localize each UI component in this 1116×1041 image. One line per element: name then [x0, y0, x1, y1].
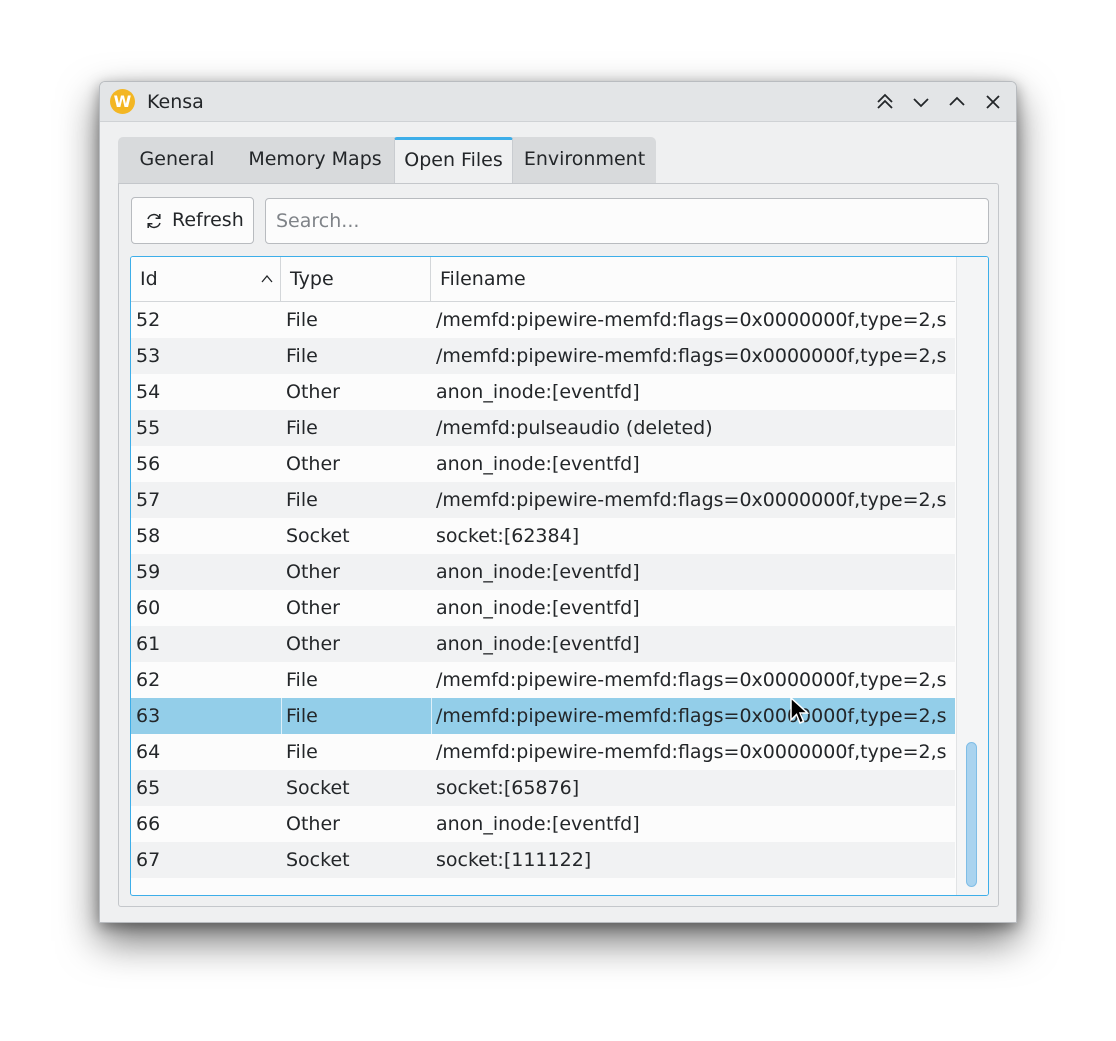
sort-ascending-icon	[261, 274, 273, 283]
tab-general[interactable]: General	[118, 137, 236, 184]
cell-type: Other	[286, 633, 340, 655]
app-icon: W	[110, 89, 135, 114]
scrollbar-thumb[interactable]	[966, 742, 977, 887]
cell-filename: /memfd:pulseaudio (deleted)	[436, 417, 713, 439]
cell-type: Other	[286, 597, 340, 619]
cell-id: 67	[136, 849, 161, 871]
cell-filename: /memfd:pipewire-memfd:flags=0x0000000f,t…	[436, 705, 946, 727]
table-row[interactable]: 63 File/memfd:pipewire-memfd:flags=0x0000…	[131, 698, 955, 734]
cell-type: Socket	[286, 849, 350, 871]
titlebar[interactable]: W Kensa	[100, 82, 1016, 122]
cell-id: 62	[136, 669, 161, 691]
table-header: Id Type Filename	[131, 257, 955, 302]
table-row[interactable]: 54 Other anon_inode:[eventfd]	[131, 374, 955, 410]
cell-filename: anon_inode:[eventfd]	[436, 633, 640, 655]
column-divider	[281, 698, 282, 734]
mouse-cursor-icon	[790, 696, 810, 724]
table-row[interactable]: 61 Other anon_inode:[eventfd]	[131, 626, 955, 662]
tab-open-files[interactable]: Open Files	[394, 137, 513, 184]
open-files-panel: Refresh Id Type Filename 52 File/memfd:pi…	[118, 183, 999, 907]
cell-type: File	[286, 309, 318, 331]
table-row[interactable]: 58 Socket socket:[62384]	[131, 518, 955, 554]
table-row[interactable]: 62 File/memfd:pipewire-memfd:flags=0x0000…	[131, 662, 955, 698]
cell-filename: /memfd:pipewire-memfd:flags=0x0000000f,t…	[436, 489, 946, 511]
tab-bar: General Memory Maps Open Files Environme…	[118, 137, 656, 184]
cell-filename: socket:[65876]	[436, 777, 580, 799]
cell-filename: anon_inode:[eventfd]	[436, 453, 640, 475]
table-row[interactable]: 52 File/memfd:pipewire-memfd:flags=0x0000…	[131, 302, 955, 338]
cell-filename: anon_inode:[eventfd]	[436, 381, 640, 403]
cell-id: 56	[136, 453, 161, 475]
cell-type: File	[286, 489, 318, 511]
tab-environment[interactable]: Environment	[513, 137, 656, 184]
open-files-table[interactable]: Id Type Filename 52 File/memfd:pipewire-m…	[130, 256, 989, 896]
cell-filename: /memfd:pipewire-memfd:flags=0x0000000f,t…	[436, 669, 946, 691]
column-header-filename[interactable]: Filename	[431, 257, 955, 301]
cell-id: 65	[136, 777, 161, 799]
table-row[interactable]: 60 Other anon_inode:[eventfd]	[131, 590, 955, 626]
cell-filename: /memfd:pipewire-memfd:flags=0x0000000f,t…	[436, 309, 946, 331]
cell-type: Other	[286, 453, 340, 475]
close-icon[interactable]	[981, 90, 1005, 114]
refresh-button[interactable]: Refresh	[131, 197, 254, 244]
cell-id: 60	[136, 597, 161, 619]
cell-filename: anon_inode:[eventfd]	[436, 813, 640, 835]
cell-type: File	[286, 705, 318, 727]
table-row[interactable]: 64 File/memfd:pipewire-memfd:flags=0x0000…	[131, 734, 955, 770]
cell-type: File	[286, 669, 318, 691]
refresh-icon	[144, 211, 164, 231]
tab-memory-maps[interactable]: Memory Maps	[236, 137, 394, 184]
window-title: Kensa	[147, 91, 204, 113]
cell-id: 55	[136, 417, 161, 439]
refresh-label: Refresh	[172, 209, 244, 231]
cell-id: 52	[136, 309, 161, 331]
cell-filename: socket:[111122]	[436, 849, 592, 871]
maximize-icon[interactable]	[945, 90, 969, 114]
column-header-id-label: Id	[140, 268, 158, 290]
keep-above-icon[interactable]	[873, 90, 897, 114]
search-input[interactable]	[265, 198, 989, 244]
cell-type: Other	[286, 381, 340, 403]
cell-type: Socket	[286, 525, 350, 547]
cell-id: 57	[136, 489, 161, 511]
cell-filename: socket:[62384]	[436, 525, 580, 547]
table-row[interactable]: 59 Other anon_inode:[eventfd]	[131, 554, 955, 590]
cell-id: 58	[136, 525, 161, 547]
cell-filename: /memfd:pipewire-memfd:flags=0x0000000f,t…	[436, 741, 946, 763]
cell-id: 63	[136, 705, 161, 727]
table-body: 52 File/memfd:pipewire-memfd:flags=0x0000…	[131, 302, 955, 878]
cell-type: File	[286, 345, 318, 367]
table-row[interactable]: 65 Socket socket:[65876]	[131, 770, 955, 806]
table-row[interactable]: 55 File/memfd:pulseaudio (deleted)	[131, 410, 955, 446]
cell-type: File	[286, 741, 318, 763]
cell-id: 66	[136, 813, 161, 835]
cell-id: 53	[136, 345, 161, 367]
table-row[interactable]: 66 Other anon_inode:[eventfd]	[131, 806, 955, 842]
column-header-id[interactable]: Id	[131, 257, 281, 301]
vertical-scrollbar[interactable]	[956, 257, 988, 895]
table-row[interactable]: 53 File/memfd:pipewire-memfd:flags=0x0000…	[131, 338, 955, 374]
cell-filename: anon_inode:[eventfd]	[436, 561, 640, 583]
kensa-window: W Kensa General Memory Maps Open Files E…	[99, 81, 1017, 923]
cell-id: 59	[136, 561, 161, 583]
cell-id: 61	[136, 633, 161, 655]
table-row[interactable]: 67 Socket socket:[111122]	[131, 842, 955, 878]
cell-filename: anon_inode:[eventfd]	[436, 597, 640, 619]
cell-type: Other	[286, 813, 340, 835]
column-divider	[431, 698, 432, 734]
table-row[interactable]: 56 Other anon_inode:[eventfd]	[131, 446, 955, 482]
cell-filename: /memfd:pipewire-memfd:flags=0x0000000f,t…	[436, 345, 946, 367]
cell-id: 54	[136, 381, 161, 403]
cell-type: File	[286, 417, 318, 439]
column-header-type[interactable]: Type	[281, 257, 431, 301]
cell-type: Other	[286, 561, 340, 583]
cell-id: 64	[136, 741, 161, 763]
cell-type: Socket	[286, 777, 350, 799]
minimize-icon[interactable]	[909, 90, 933, 114]
table-row[interactable]: 57 File/memfd:pipewire-memfd:flags=0x0000…	[131, 482, 955, 518]
